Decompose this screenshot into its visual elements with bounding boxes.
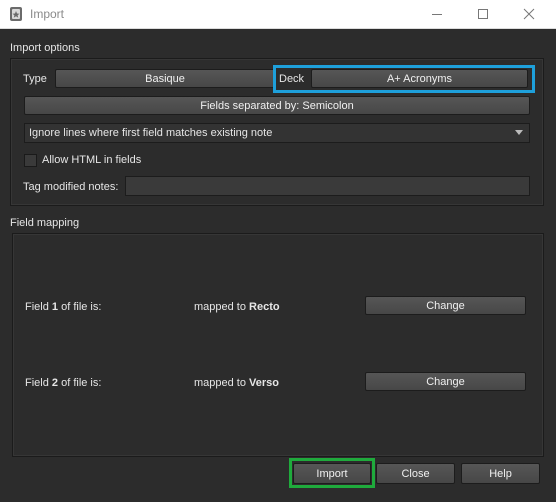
- allow-html-checkbox[interactable]: [24, 154, 37, 167]
- allow-html-label: Allow HTML in fields: [42, 154, 142, 166]
- duplicate-mode-select[interactable]: Ignore lines where first field matches e…: [24, 123, 530, 143]
- field-1-label: Field 1 of file is:: [25, 301, 102, 313]
- field-mapping-title: Field mapping: [10, 217, 80, 229]
- deck-button[interactable]: A+ Acronyms: [311, 69, 528, 88]
- field-2-mapping: mapped to Verso: [194, 377, 280, 389]
- field-1-mapping: mapped to Recto: [194, 301, 280, 313]
- close-icon: [523, 8, 535, 20]
- window-title: Import: [30, 7, 65, 21]
- anki-app-icon: [10, 7, 22, 21]
- minimize-icon: [432, 14, 442, 15]
- duplicate-mode-value: Ignore lines where first field matches e…: [29, 127, 273, 139]
- maximize-button[interactable]: [460, 0, 506, 28]
- field-2-label: Field 2 of file is:: [25, 377, 102, 389]
- field-mapping-group: Field 1 of file is: mapped to Recto Chan…: [12, 233, 544, 457]
- help-button[interactable]: Help: [461, 463, 540, 484]
- close-window-button[interactable]: [506, 0, 552, 28]
- deck-label: Deck: [279, 73, 305, 85]
- separator-button[interactable]: Fields separated by: Semicolon: [24, 96, 530, 115]
- maximize-icon: [478, 9, 488, 19]
- title-bar: Import: [0, 0, 556, 29]
- change-field-1-button[interactable]: Change: [365, 296, 526, 315]
- import-options-group: Type Basique Deck A+ Acronyms Fields sep…: [10, 58, 544, 206]
- tag-modified-input[interactable]: [125, 176, 530, 196]
- import-button[interactable]: Import: [293, 463, 371, 484]
- change-field-2-button[interactable]: Change: [365, 372, 526, 391]
- import-options-title: Import options: [10, 42, 80, 54]
- close-button[interactable]: Close: [376, 463, 455, 484]
- chevron-down-icon: [515, 130, 523, 135]
- minimize-button[interactable]: [414, 0, 460, 28]
- tag-modified-label: Tag modified notes:: [23, 181, 119, 193]
- type-button[interactable]: Basique: [55, 69, 275, 88]
- type-label: Type: [23, 73, 47, 85]
